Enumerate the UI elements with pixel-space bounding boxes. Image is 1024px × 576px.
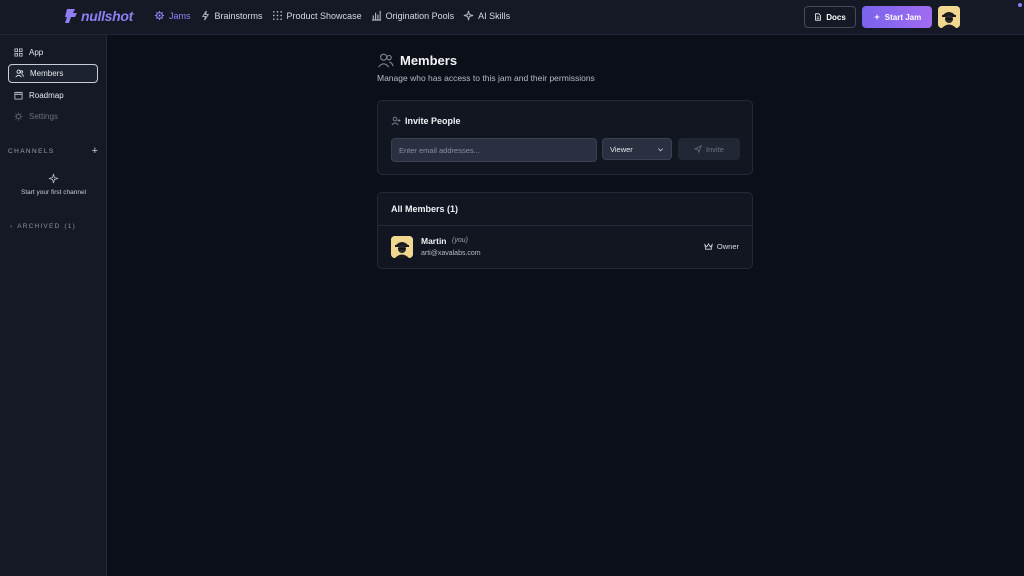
sidebar-item-roadmap[interactable]: Roadmap <box>8 86 98 105</box>
docs-button[interactable]: Docs <box>804 6 856 28</box>
member-you-tag: (you) <box>452 237 468 244</box>
archived-count: (1) <box>64 223 76 230</box>
brand-logo[interactable]: nullshot <box>64 8 133 24</box>
nav-link-product-showcase[interactable]: Product Showcase <box>272 10 362 21</box>
gear-icon <box>14 112 23 121</box>
avatar-image <box>938 6 960 28</box>
gear-sparkle-icon <box>154 10 165 21</box>
role-selected-value: Viewer <box>610 144 633 154</box>
invite-title: Invite People <box>391 116 461 126</box>
members-card: All Members (1) Martin (you) arti@xavala… <box>377 192 753 269</box>
nav-link-origination-pools[interactable]: Origination Pools <box>371 10 454 21</box>
grid-icon <box>14 48 23 57</box>
user-avatar[interactable] <box>938 6 960 28</box>
member-name: Martin <box>421 236 447 246</box>
grid-dots-icon <box>272 11 282 20</box>
document-icon <box>815 13 822 21</box>
page-header: Members <box>377 52 457 69</box>
calendar-icon <box>14 91 23 100</box>
send-icon <box>694 145 702 153</box>
page-subtitle: Manage who has access to this jam and th… <box>377 73 595 83</box>
nav-link-ai-skills[interactable]: AI Skills <box>463 10 510 21</box>
bar-chart-icon <box>371 10 381 21</box>
members-heading: All Members (1) <box>378 193 752 226</box>
sidebar-item-settings[interactable]: Settings <box>8 107 98 126</box>
channels-header: CHANNELS + <box>8 145 98 157</box>
sparkles-icon <box>873 13 881 21</box>
chevron-right-icon: › <box>10 223 14 230</box>
brand-name: nullshot <box>81 8 134 24</box>
users-icon <box>15 69 24 78</box>
lightning-icon <box>201 10 209 21</box>
nav-link-jams[interactable]: Jams <box>154 10 191 21</box>
nullshot-logo-icon <box>65 9 77 23</box>
sidebar-item-members[interactable]: Members <box>8 64 98 83</box>
notification-dot <box>1018 3 1022 7</box>
archived-label: ARCHIVED <box>17 223 61 230</box>
member-role: Owner <box>704 242 739 251</box>
invite-button[interactable]: Invite <box>678 138 740 160</box>
avatar-image <box>391 236 413 258</box>
role-select[interactable]: Viewer <box>602 138 672 160</box>
empty-channel-prompt[interactable]: Start your first channel <box>0 173 107 196</box>
nav-link-brainstorms[interactable]: Brainstorms <box>200 10 263 21</box>
member-email: arti@xavalabs.com <box>421 250 481 257</box>
channels-label: CHANNELS <box>8 147 55 155</box>
add-channel-button[interactable]: + <box>92 145 98 157</box>
member-avatar <box>391 236 413 258</box>
member-row[interactable]: Martin (you) arti@xavalabs.com Owner <box>378 226 752 269</box>
main-nav: Jams Brainstorms Product Showcase Origin… <box>154 10 510 21</box>
top-navigation-bar: nullshot Jams Brainstorms Product Showca… <box>0 0 1024 35</box>
archived-toggle[interactable]: › ARCHIVED (1) <box>10 223 76 230</box>
chevron-down-icon <box>658 147 663 151</box>
start-jam-button[interactable]: Start Jam <box>862 6 932 28</box>
user-plus-icon <box>391 116 401 126</box>
page-title: Members <box>400 53 458 68</box>
sparkles-icon <box>48 173 59 184</box>
invite-card: Invite People Viewer Invite <box>377 100 753 175</box>
sparkles-icon <box>463 10 474 21</box>
sidebar: App Members Roadmap Settings CHANNELS + … <box>0 35 107 576</box>
email-input[interactable] <box>391 138 597 162</box>
crown-icon <box>704 242 713 250</box>
sidebar-item-app[interactable]: App <box>8 43 98 62</box>
users-icon <box>377 53 394 68</box>
